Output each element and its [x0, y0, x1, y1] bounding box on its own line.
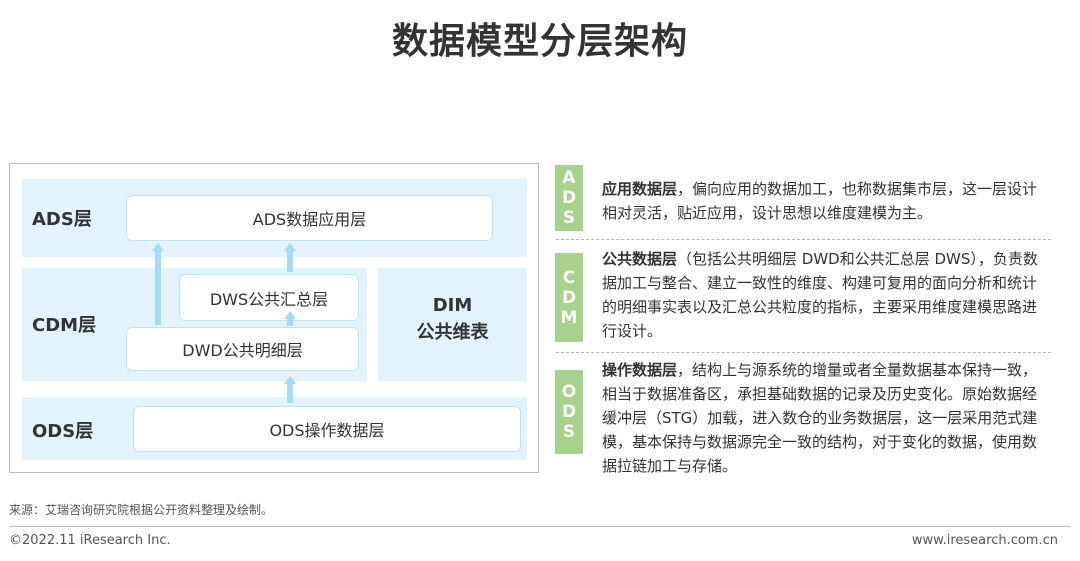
page-title: 数据模型分层架构 [391, 21, 688, 62]
arrow-up-icon [284, 311, 296, 326]
dim-label-line2: 公共维表 [416, 322, 489, 343]
cdm-description: 公共数据层（包括公共明细层 DWD和公共汇总层 DWS），负责数据加工与整合、建… [602, 247, 1047, 343]
source-note: 来源：艾瑞咨询研究院根据公开资料整理及绘制。 [9, 503, 274, 517]
cdm-description-title: 公共数据层 [602, 250, 678, 268]
ads-description: 应用数据层，偏向应用的数据加工，也称数据集市层，这一层设计相对灵活，贴近应用，设… [602, 177, 1047, 225]
tag-letter: M [560, 307, 578, 328]
dim-label: DIM 公共维表 [378, 292, 527, 346]
tag-letter: S [562, 208, 576, 228]
separator [556, 239, 1051, 240]
arrow-up-icon [152, 243, 164, 325]
ads-layer-label: ADS层 [32, 209, 92, 230]
arrow-up-icon [284, 376, 296, 403]
tag-letter: C [562, 267, 576, 288]
tag-letter: D [561, 188, 577, 208]
ods-description: 操作数据层，结构上与源系统的增量或者全量数据基本保持一致，相当于数据准备区，承担… [602, 358, 1047, 478]
ads-box: ADS数据应用层 [126, 195, 493, 241]
tag-letter: O [561, 382, 577, 402]
copyright: ©2022.11 iResearch Inc. [9, 533, 171, 548]
layer-architecture-diagram: ADS层 CDM层 ODS层 ADS数据应用层 DWS公共汇总层 DWD公共明细… [9, 163, 539, 473]
dim-label-line1: DIM [432, 295, 473, 316]
separator [556, 352, 1051, 353]
website-link[interactable]: www.iresearch.com.cn [912, 533, 1058, 548]
ads-tag: A D S [555, 165, 583, 231]
tag-letter: D [561, 287, 577, 308]
tag-letter: D [561, 402, 577, 422]
tag-letter: S [562, 422, 576, 442]
ods-layer-label: ODS层 [32, 421, 94, 442]
ods-box: ODS操作数据层 [133, 406, 521, 452]
ods-description-title: 操作数据层 [602, 361, 678, 379]
ads-description-title: 应用数据层 [602, 180, 678, 198]
tag-letter: A [562, 168, 576, 188]
dws-box: DWS公共汇总层 [179, 274, 359, 321]
dwd-box: DWD公共明细层 [126, 327, 359, 371]
footer-divider [9, 526, 1071, 527]
arrow-up-icon [284, 243, 296, 272]
cdm-layer-label: CDM层 [32, 315, 97, 336]
ods-tag: O D S [555, 370, 583, 454]
cdm-tag: C D M [555, 253, 583, 342]
